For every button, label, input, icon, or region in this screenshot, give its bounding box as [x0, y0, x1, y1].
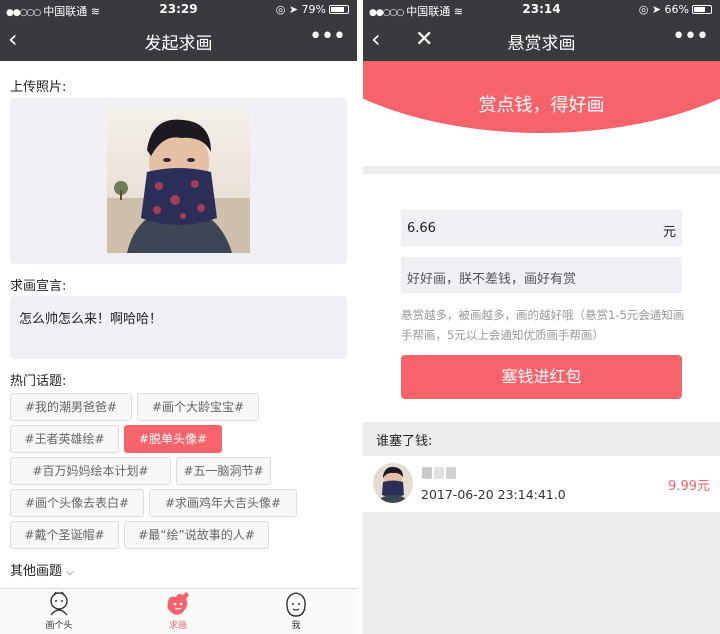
- reward-banner: 赏点钱，得好画: [363, 61, 720, 136]
- request-drawing-icon: [167, 592, 189, 615]
- upload-photo-label: 上传照片:: [10, 80, 67, 95]
- status-right: ◎ ➤ 79%: [276, 3, 349, 16]
- amount-value: 6.66: [407, 221, 436, 236]
- nav-bar: ‹ ✕ 悬赏求画 •••: [363, 20, 720, 61]
- topic-chip[interactable]: #我的潮男爸爸#: [10, 393, 132, 421]
- lock-rotation-icon: ◎: [275, 3, 286, 16]
- declaration-label: 求画宣言:: [10, 279, 67, 294]
- banner-slogan: 赏点钱，得好画: [478, 95, 605, 116]
- more-icon[interactable]: •••: [672, 24, 709, 50]
- status-bar: ●●○○○ 中国联通 ≋ 23:29 ◎ ➤ 79%: [0, 0, 357, 20]
- chevron-down-icon: ⌵: [66, 567, 74, 578]
- other-topics-toggle[interactable]: 其他画题 ⌵: [10, 560, 74, 579]
- lock-rotation-icon: ◎: [638, 3, 649, 16]
- tab-bar: 画个头 求画 我: [0, 588, 357, 634]
- topic-chip[interactable]: #五一脑洞节#: [176, 457, 271, 485]
- status-bar: ●●○○○ 中国联通 ≋ 23:14 ◎ ➤ 66%: [363, 0, 720, 20]
- me-icon: [286, 592, 306, 617]
- more-icon[interactable]: •••: [309, 24, 346, 50]
- page-title: 悬赏求画: [507, 34, 576, 54]
- battery-icon: [329, 5, 349, 14]
- draw-avatar-icon: [50, 591, 68, 616]
- uploaded-photo[interactable]: [107, 110, 250, 253]
- topic-chip[interactable]: #最“绘”说故事的人#: [124, 521, 269, 549]
- tab-draw-avatar[interactable]: 画个头: [29, 591, 89, 631]
- topic-chip[interactable]: #求画鸡年大吉头像#: [149, 489, 297, 517]
- reward-amount-input[interactable]: 6.66 元: [401, 210, 682, 246]
- declaration-input[interactable]: 怎么帅怎么来！啊哈哈！: [10, 296, 347, 359]
- topic-chip[interactable]: #王者英雄绘#: [10, 425, 119, 453]
- payer-amount: 9.99元: [668, 479, 710, 494]
- reward-hint: 悬赏越多，被画越多，画的越好哦（悬赏1-5元会通知画手帮画，5元以上会通知优质画…: [401, 308, 685, 342]
- topic-chip-selected[interactable]: #脱单头像#: [124, 425, 222, 453]
- topic-chip[interactable]: #画个头像去表白#: [10, 489, 144, 517]
- avatar: [373, 463, 413, 503]
- payer-name-blurred: [421, 464, 461, 482]
- payer-time: 2017-06-20 23:14:41.0: [421, 487, 566, 502]
- page-title: 发起求画: [144, 34, 213, 54]
- reward-form: 6.66 元 好好画，朕不差钱，画好有赏 悬赏越多，被画越多，画的越好哦（悬赏1…: [363, 174, 720, 422]
- reward-request-screen: ●●○○○ 中国联通 ≋ 23:14 ◎ ➤ 66% ‹ ✕ 悬赏求画 ••• 赏…: [363, 0, 720, 634]
- topic-chip[interactable]: #画个大龄宝宝#: [137, 393, 259, 421]
- tab-request-drawing[interactable]: 求画: [148, 591, 208, 631]
- tab-me[interactable]: 我: [266, 591, 326, 631]
- topic-chip[interactable]: #百万妈妈绘本计划#: [10, 457, 171, 485]
- status-right: ◎ ➤ 66%: [639, 3, 712, 16]
- location-icon: ➤: [288, 3, 299, 16]
- photo-upload-area[interactable]: [10, 98, 347, 264]
- create-request-screen: ●●○○○ 中国联通 ≋ 23:29 ◎ ➤ 79% ‹ 发起求画 ••• 上传照…: [0, 0, 357, 634]
- hot-topics-label: 热门话题:: [10, 374, 67, 389]
- reward-message-input[interactable]: 好好画，朕不差钱，画好有赏: [401, 257, 682, 293]
- topic-chip[interactable]: #戴个圣诞帽#: [10, 521, 119, 549]
- payers-label: 谁塞了钱:: [376, 434, 433, 449]
- location-icon: ➤: [651, 3, 662, 16]
- message-placeholder: 好好画，朕不差钱，画好有赏: [407, 272, 577, 287]
- nav-bar: ‹ 发起求画 •••: [0, 20, 357, 61]
- amount-unit: 元: [662, 225, 676, 240]
- payer-list-item[interactable]: 2017-06-20 23:14:41.0 9.99元: [363, 456, 720, 512]
- battery-icon: [692, 5, 712, 14]
- pay-red-packet-button[interactable]: 塞钱进红包: [401, 355, 682, 399]
